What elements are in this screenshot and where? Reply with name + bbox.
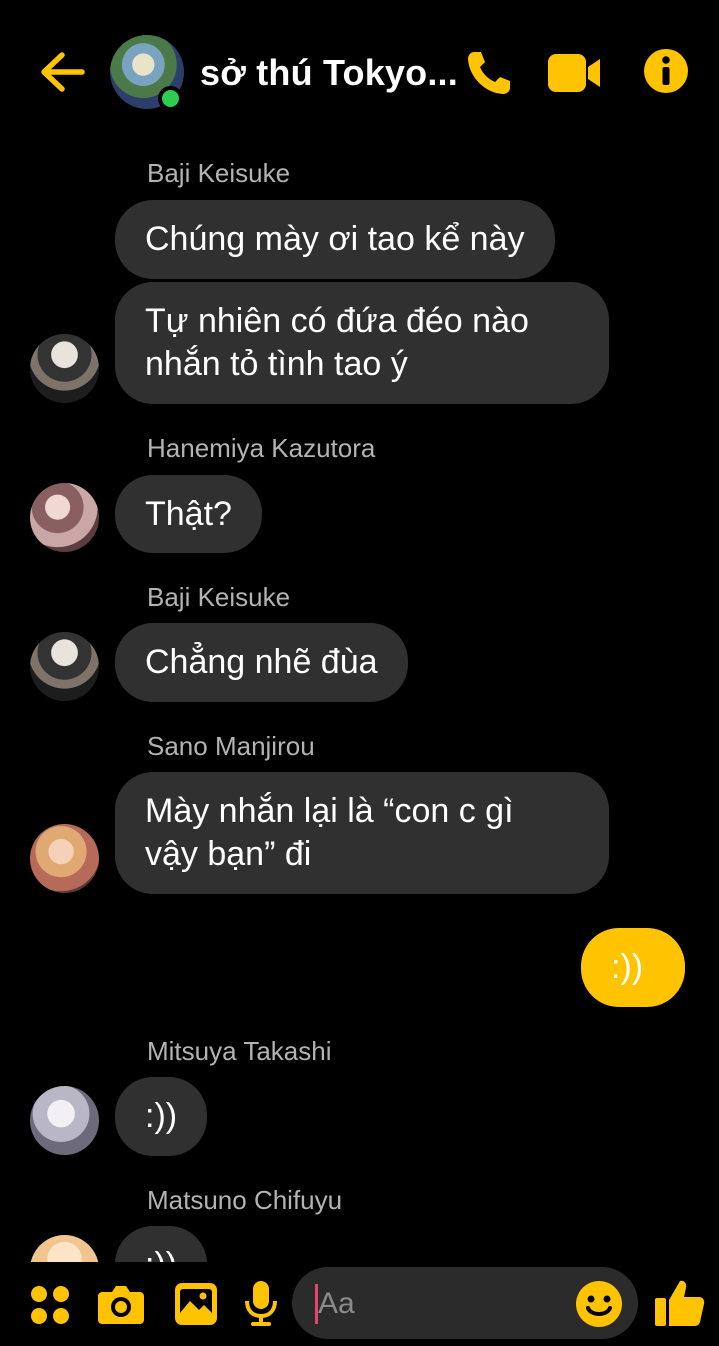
online-indicator	[158, 86, 183, 111]
emoji-icon[interactable]	[575, 1280, 623, 1328]
sender-name: Sano Manjirou	[147, 731, 315, 761]
video-camera-icon[interactable]	[548, 54, 602, 92]
avatar[interactable]	[30, 632, 99, 701]
avatar[interactable]	[30, 334, 99, 403]
menu-dots-icon[interactable]	[30, 1285, 70, 1325]
my-message-bubble[interactable]: :))	[581, 928, 685, 1007]
message-bubble[interactable]: Chúng mày ơi tao kể này	[115, 200, 555, 279]
chat-header: sở thú Tokyo...	[0, 0, 719, 140]
message-input-placeholder: Aa	[318, 1287, 355, 1320]
thumbs-up-icon[interactable]	[655, 1278, 705, 1328]
avatar[interactable]	[30, 824, 99, 893]
sender-name: Baji Keisuke	[147, 582, 291, 612]
sender-name: Baji Keisuke	[147, 158, 291, 188]
sender-name: Mitsuya Takashi	[147, 1036, 332, 1066]
message-bubble[interactable]: Thật?	[115, 475, 262, 553]
camera-icon[interactable]	[98, 1284, 144, 1324]
message-bubble[interactable]: Mày nhắn lại là “con c gì vậy bạn” đi	[115, 772, 609, 894]
info-icon[interactable]	[643, 48, 689, 94]
chat-title[interactable]: sở thú Tokyo...	[200, 52, 458, 94]
sender-name: Hanemiya Kazutora	[147, 433, 376, 463]
phone-icon[interactable]	[464, 48, 514, 98]
message-bubble[interactable]: Chẳng nhẽ đùa	[115, 623, 408, 702]
avatar[interactable]	[30, 483, 99, 552]
avatar[interactable]	[30, 1086, 99, 1155]
arrow-left-icon[interactable]	[38, 50, 86, 94]
microphone-icon[interactable]	[245, 1281, 277, 1327]
image-icon[interactable]	[175, 1283, 217, 1325]
message-bubble[interactable]: :))	[115, 1077, 208, 1156]
sender-name: Matsuno Chifuyu	[147, 1185, 343, 1215]
message-bubble[interactable]: Tự nhiên có đứa đéo nào nhắn tỏ tình tao…	[115, 282, 609, 404]
